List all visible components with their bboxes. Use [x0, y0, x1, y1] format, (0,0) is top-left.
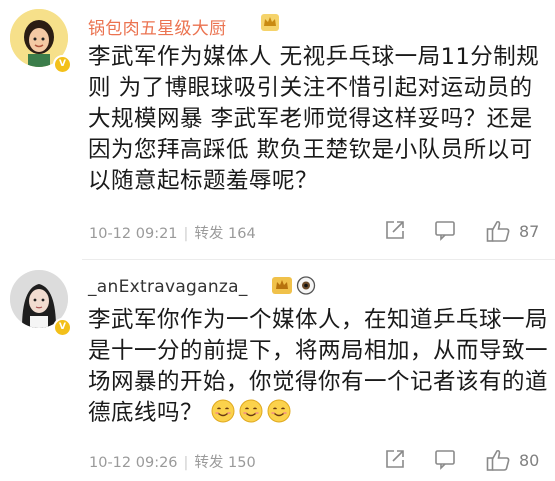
repost-count[interactable]: 转发 150	[194, 455, 255, 471]
comment-meta: 10-12 09:21 | 转发 164	[89, 222, 256, 243]
share-icon[interactable]	[384, 448, 406, 474]
comment-line: 大规模网暴 李武军老师觉得这样妥吗？还是	[88, 106, 533, 132]
verified-badge-icon: V	[53, 55, 72, 74]
crown-badge-icon	[260, 13, 280, 36]
comment-line: 场网暴的开始，你觉得你有一个记者该有的道	[88, 369, 549, 395]
meta-separator: |	[183, 226, 189, 242]
like-icon[interactable]	[486, 219, 512, 247]
timestamp: 10-12 09:21	[89, 226, 178, 242]
crown-badge-icon	[271, 276, 293, 299]
like-count: 80	[519, 451, 540, 470]
smile-emoji-icon	[211, 399, 235, 423]
meta-separator: |	[183, 455, 189, 471]
comment-meta: 10-12 09:26 | 转发 150	[89, 451, 256, 472]
comment-line: 是十一分的前提下，将两局相加，从而导致一	[88, 338, 549, 364]
repost-count[interactable]: 转发 164	[194, 226, 255, 242]
like-icon[interactable]	[486, 448, 512, 476]
eye-badge-icon	[296, 276, 316, 299]
comment-item: V 锅包肉五星级大厨 李武军作为媒体人 无视乒乓球一局11分制规 则 为了博眼球…	[0, 0, 555, 258]
divider	[82, 259, 555, 260]
username[interactable]: _anExtravaganza_	[88, 277, 248, 297]
share-icon[interactable]	[384, 219, 406, 245]
comment-icon[interactable]	[434, 219, 456, 245]
like-count: 87	[519, 222, 540, 241]
comment-line: 德底线吗？	[88, 398, 548, 429]
comment-line: 李武军作为媒体人 无视乒乓球一局11分制规	[88, 44, 540, 70]
comment-text: 李武军你作为一个媒体人，在知道乒乓球一局 是十一分的前提下，将两局相加，从而导致…	[88, 305, 548, 429]
comment-icon[interactable]	[434, 448, 456, 474]
smile-emoji-icon	[239, 399, 263, 423]
username[interactable]: 锅包肉五星级大厨	[88, 14, 226, 39]
comment-text: 李武军作为媒体人 无视乒乓球一局11分制规 则 为了博眼球吸引关注不惜引起对运动…	[88, 42, 548, 197]
emoji-row	[211, 398, 295, 429]
comment-line: 则 为了博眼球吸引关注不惜引起对运动员的	[88, 75, 533, 101]
smile-emoji-icon	[267, 399, 291, 423]
comment-item: V _anExtravaganza_ 李武军你作为一个媒体人，在知道乒乓球一局 …	[0, 262, 555, 481]
comment-line: 因为您拜高踩低 欺负王楚钦是小队员所以可	[88, 137, 533, 163]
comment-line: 以随意起标题羞辱呢？	[88, 168, 319, 194]
timestamp: 10-12 09:26	[89, 455, 178, 471]
comment-line: 李武军你作为一个媒体人，在知道乒乓球一局	[88, 307, 549, 333]
verified-badge-icon: V	[53, 318, 72, 337]
comment-line-text: 德底线吗？	[88, 400, 204, 426]
